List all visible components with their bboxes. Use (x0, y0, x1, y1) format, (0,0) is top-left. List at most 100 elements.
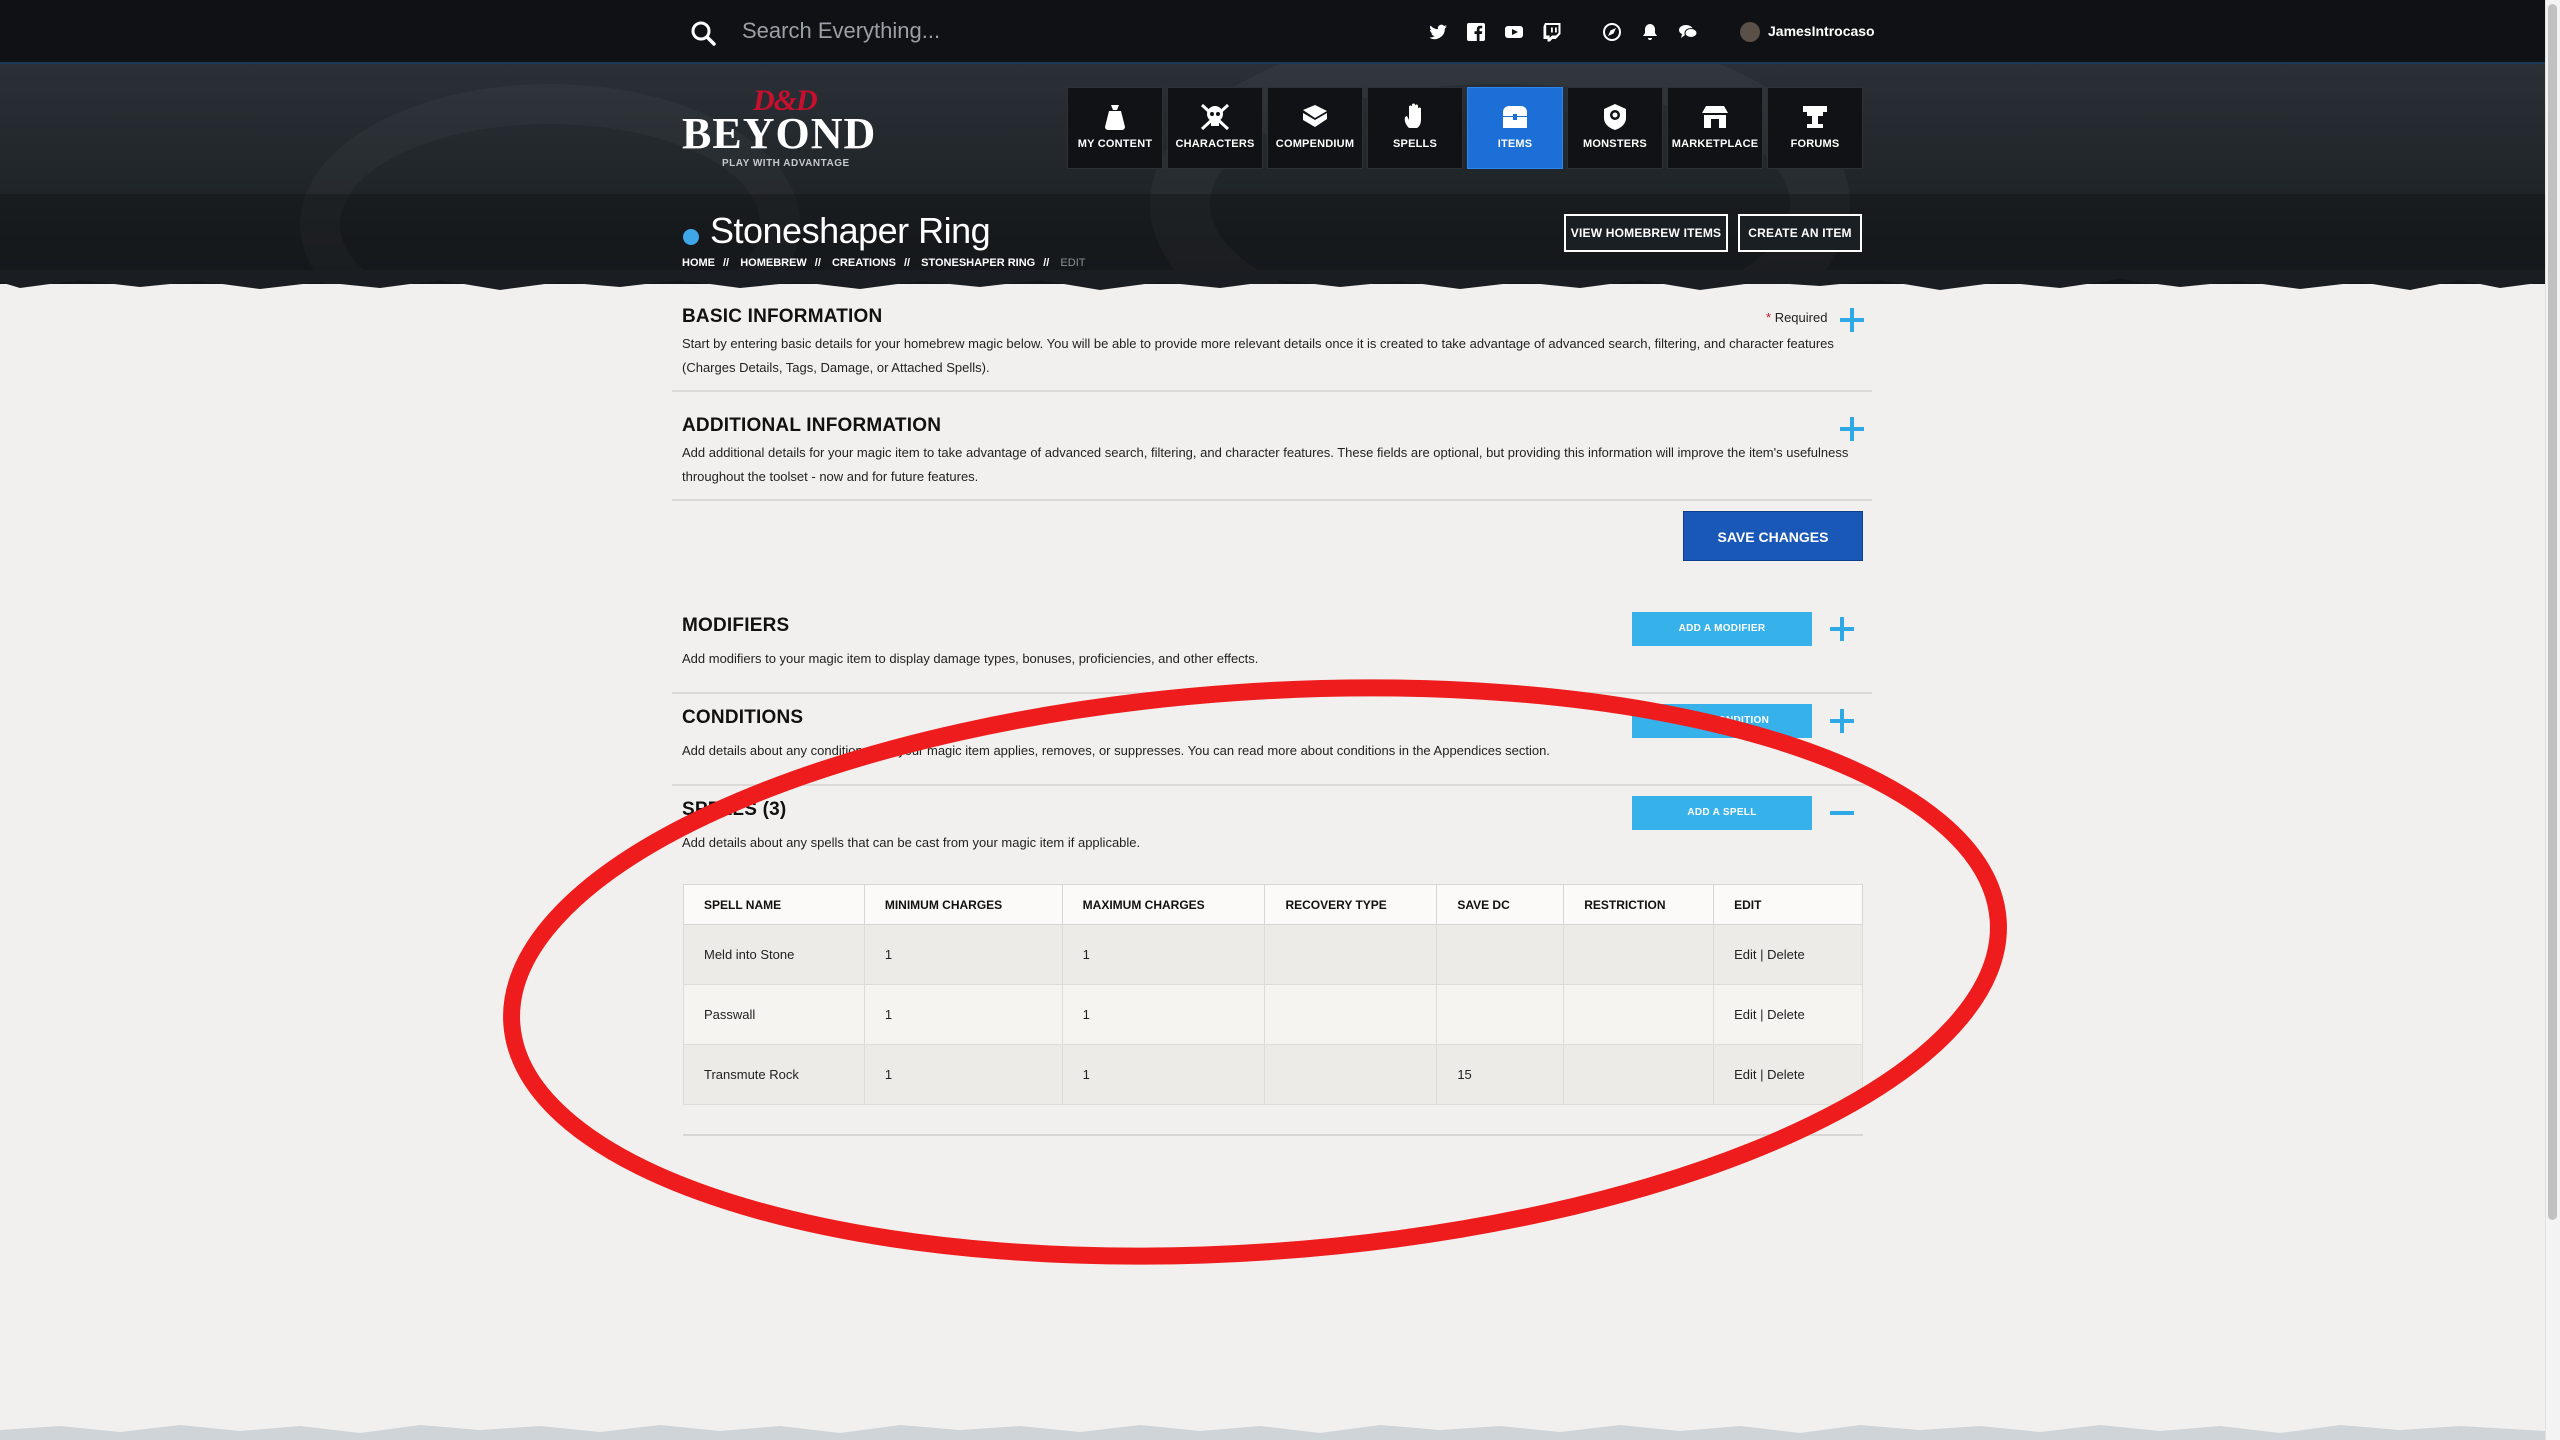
column-header[interactable]: MAXIMUM CHARGES (1061, 884, 1266, 925)
restriction-cell (1563, 1044, 1715, 1105)
create-item-button[interactable]: CREATE AN ITEM (1738, 214, 1862, 252)
breadcrumb-creations[interactable]: CREATIONS (832, 257, 896, 269)
breadcrumb-current: EDIT (1060, 257, 1086, 269)
avatar[interactable] (1740, 22, 1760, 42)
max-charges-cell: 1 (1061, 1044, 1266, 1105)
torn-paper-edge (0, 270, 2545, 290)
nav-spells[interactable]: SPELLS (1367, 87, 1463, 169)
recovery-type-cell (1264, 924, 1438, 985)
expand-conditions-icon[interactable] (1830, 709, 1854, 733)
chest-icon (1499, 102, 1531, 132)
twitter-icon[interactable] (1428, 22, 1448, 42)
modifiers-title: MODIFIERS (682, 615, 790, 636)
expand-modifiers-icon[interactable] (1830, 617, 1854, 641)
spells-title: SPELLS (3) (682, 799, 787, 820)
restriction-cell (1563, 924, 1715, 985)
nav-compendium[interactable]: COMPENDIUM (1267, 87, 1363, 169)
divider (683, 1134, 1863, 1136)
basic-info-description: Start by entering basic details for your… (682, 336, 1834, 375)
nav-monsters[interactable]: MONSTERS (1567, 87, 1663, 169)
spell-name-cell: Meld into Stone (683, 924, 865, 985)
recovery-type-cell (1264, 984, 1438, 1045)
edit-link[interactable]: Edit (1734, 1067, 1756, 1082)
scrollbar-thumb[interactable] (2548, 4, 2557, 1220)
item-rarity-dot (683, 229, 699, 245)
nav-forums[interactable]: FORUMS (1767, 87, 1863, 169)
table-row: Transmute Rock 1 1 15 Edit | Delete (683, 1044, 1863, 1105)
view-homebrew-items-button[interactable]: VIEW HOMEBREW ITEMS (1564, 214, 1728, 252)
breadcrumb: HOME // HOMEBREW // CREATIONS // STONESHAPE… (682, 257, 1093, 269)
divider (672, 390, 1872, 392)
edit-link[interactable]: Edit (1734, 947, 1756, 962)
save-dc-cell (1436, 924, 1565, 985)
compass-icon[interactable] (1602, 22, 1622, 42)
nav-marketplace[interactable]: MARKETPLACE (1667, 87, 1763, 169)
additional-info-title: ADDITIONAL INFORMATION (682, 415, 942, 436)
edit-separator: | (1760, 1007, 1764, 1022)
min-charges-cell: 1 (863, 984, 1063, 1045)
save-dc-cell (1436, 984, 1565, 1045)
breadcrumb-item[interactable]: STONESHAPER RING (921, 257, 1035, 269)
min-charges-cell: 1 (863, 924, 1063, 985)
table-row: Passwall 1 1 Edit | Delete (683, 984, 1863, 1045)
hand-icon (1399, 102, 1431, 132)
youtube-icon[interactable] (1504, 22, 1524, 42)
column-header[interactable]: SPELL NAME (683, 884, 865, 925)
username[interactable]: JamesIntrocaso (1768, 23, 1875, 39)
forum-icon (1799, 102, 1831, 132)
save-dc-cell: 15 (1436, 1044, 1565, 1105)
nav-label: CHARACTERS (1175, 138, 1255, 150)
table-row: Meld into Stone 1 1 Edit | Delete (683, 924, 1863, 985)
column-header[interactable]: MINIMUM CHARGES (863, 884, 1063, 925)
add-modifier-button[interactable]: ADD A MODIFIER (1632, 612, 1812, 646)
collapse-spells-icon[interactable] (1830, 811, 1854, 815)
add-spell-button[interactable]: ADD A SPELL (1632, 796, 1812, 830)
nav-label: MY CONTENT (1077, 138, 1153, 150)
basic-info-title: BASIC INFORMATION (682, 306, 883, 327)
bell-icon[interactable] (1640, 22, 1660, 42)
max-charges-cell: 1 (1061, 924, 1266, 985)
nav-characters[interactable]: CHARACTERS (1167, 87, 1263, 169)
modifiers-description: Add modifiers to your magic item to disp… (682, 651, 1259, 666)
save-changes-button[interactable]: SAVE CHANGES (1683, 511, 1863, 561)
restriction-cell (1563, 984, 1715, 1045)
book-icon (1299, 102, 1331, 132)
required-label: Required (1774, 310, 1828, 325)
facebook-icon[interactable] (1466, 22, 1486, 42)
edit-cell: Edit | Delete (1713, 924, 1863, 985)
nav-items[interactable]: ITEMS (1467, 87, 1563, 169)
delete-link[interactable]: Delete (1767, 947, 1805, 962)
page-title: Stoneshaper Ring (710, 210, 991, 251)
expand-basic-info-icon[interactable] (1840, 308, 1864, 332)
search-input[interactable]: Search Everything... (742, 18, 940, 44)
logo-wordmark[interactable]: BEYOND (682, 108, 876, 159)
nav-label: COMPENDIUM (1275, 138, 1355, 150)
nav-label: FORUMS (1790, 138, 1840, 150)
breadcrumb-homebrew[interactable]: HOMEBREW (740, 257, 807, 269)
delete-link[interactable]: Delete (1767, 1007, 1805, 1022)
logo-tagline: PLAY WITH ADVANTAGE (722, 158, 850, 169)
search-icon[interactable] (690, 20, 716, 46)
breadcrumb-separator: // (814, 257, 821, 269)
expand-additional-info-icon[interactable] (1840, 417, 1864, 441)
column-header[interactable]: RESTRICTION (1563, 884, 1715, 925)
twitch-icon[interactable] (1542, 22, 1562, 42)
edit-link[interactable]: Edit (1734, 1007, 1756, 1022)
column-header[interactable]: SAVE DC (1436, 884, 1565, 925)
edit-separator: | (1760, 1067, 1764, 1082)
breadcrumb-separator: // (903, 257, 911, 269)
divider (672, 692, 1872, 694)
delete-link[interactable]: Delete (1767, 1067, 1805, 1082)
conditions-title: CONDITIONS (682, 707, 804, 728)
bag-icon (1099, 102, 1131, 132)
nav-my-content[interactable]: MY CONTENT (1067, 87, 1163, 169)
shop-icon (1699, 102, 1731, 132)
recovery-type-cell (1264, 1044, 1438, 1105)
add-condition-button[interactable]: ADD A CONDITION (1632, 704, 1812, 738)
column-header[interactable]: RECOVERY TYPE (1264, 884, 1438, 925)
chat-icon[interactable] (1678, 22, 1698, 42)
conditions-description: Add details about any conditions that yo… (682, 743, 1550, 758)
spells-table: SPELL NAME MINIMUM CHARGES MAXIMUM CHARG… (683, 884, 1863, 1105)
breadcrumb-home[interactable]: HOME (682, 257, 715, 269)
table-header-row: SPELL NAME MINIMUM CHARGES MAXIMUM CHARG… (683, 884, 1863, 925)
